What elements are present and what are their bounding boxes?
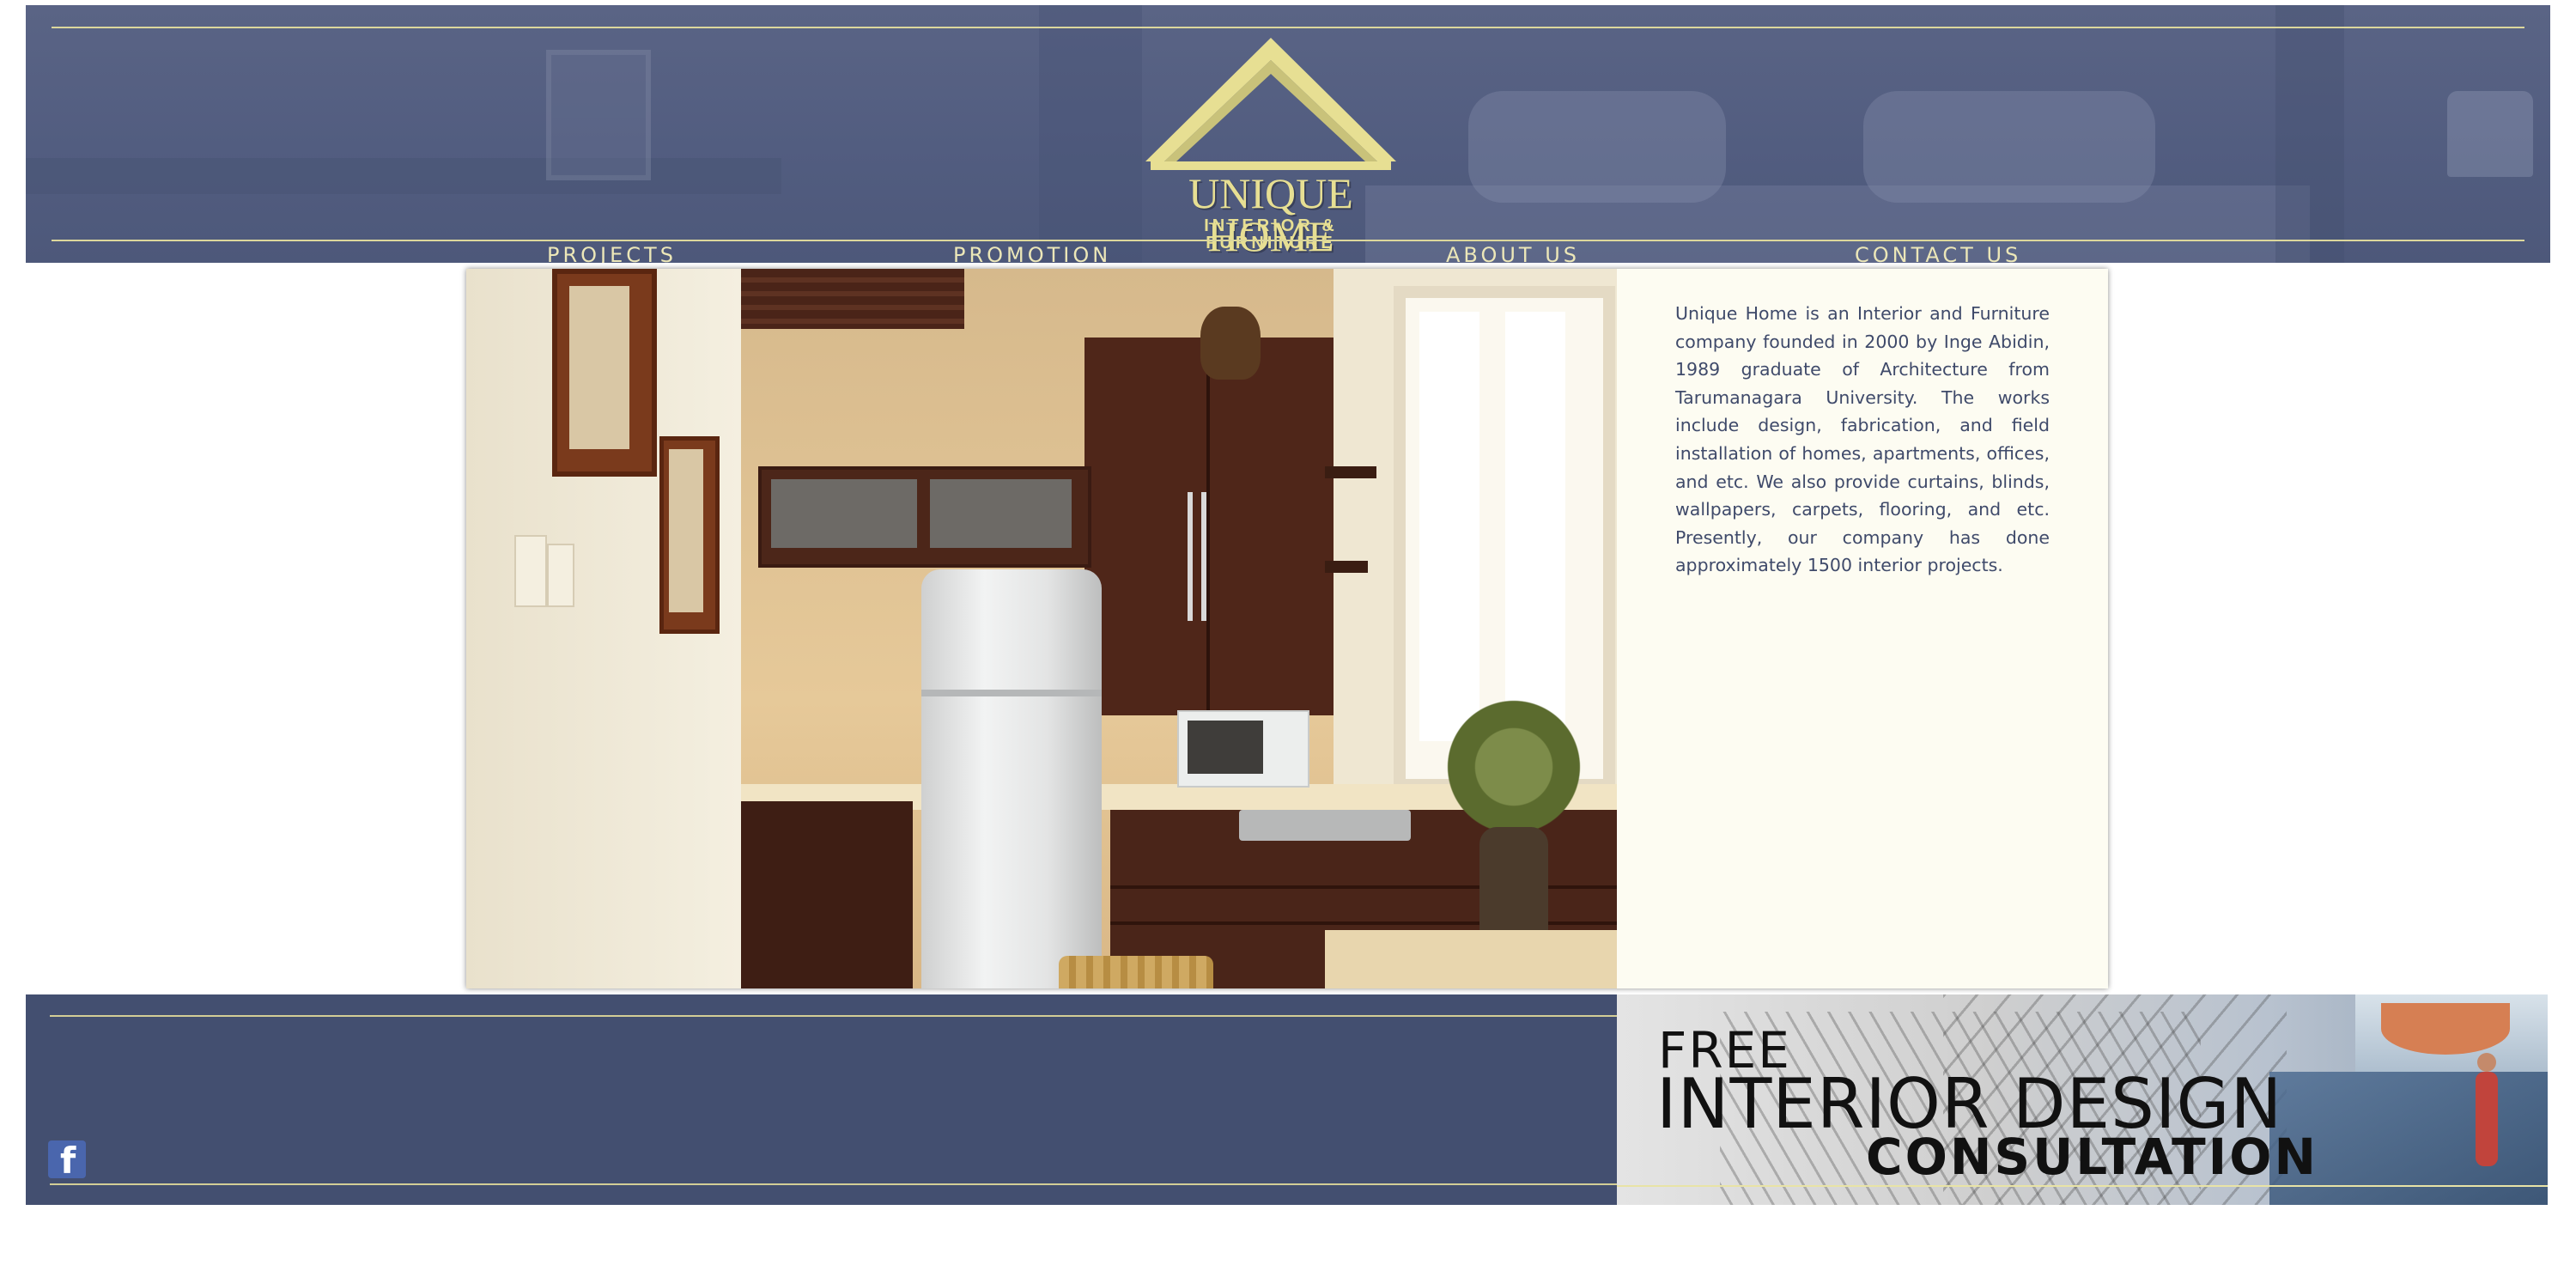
header-background-pillow xyxy=(1468,91,1726,203)
site-logo[interactable]: UNIQUE HOME INTERIOR & FURNITURE xyxy=(1142,33,1400,258)
header-background-band xyxy=(1039,5,1142,263)
main-content-card: Unique Home is an Interior and Furniture… xyxy=(466,269,2108,988)
free-consultation-banner[interactable]: FREE INTERIOR DESIGN CONSULTATION xyxy=(1617,994,2548,1205)
facebook-glyph: f xyxy=(60,1140,76,1179)
header-top-divider xyxy=(52,27,2524,28)
header-background-pillow xyxy=(1863,91,2155,203)
nav-about-us[interactable]: ABOUT US xyxy=(1446,242,1580,263)
about-description: Unique Home is an Interior and Furniture… xyxy=(1675,303,2050,576)
roof-icon xyxy=(1145,38,1396,170)
nav-contact-us[interactable]: CONTACT US xyxy=(1855,242,2021,263)
facebook-icon[interactable]: f xyxy=(48,1140,86,1178)
site-footer: f FREE INTERIOR DESIGN CONSULTATION xyxy=(26,994,2548,1205)
header-bottom-divider xyxy=(52,240,2524,241)
site-header: UNIQUE HOME INTERIOR & FURNITURE PROJECT… xyxy=(26,5,2550,263)
header-background-wall xyxy=(2275,5,2344,263)
promo-line-consultation: CONSULTATION xyxy=(1866,1128,2319,1186)
nav-promotion[interactable]: PROMOTION xyxy=(953,242,1111,263)
nav-projects[interactable]: PROJECTS xyxy=(547,242,677,263)
header-background-frame xyxy=(546,50,651,180)
header-background-lamp xyxy=(2447,91,2533,177)
header-background-shelf xyxy=(26,158,781,194)
kitchen-photo xyxy=(466,269,1617,988)
logo-subtitle: INTERIOR & FURNITURE xyxy=(1204,216,1338,252)
